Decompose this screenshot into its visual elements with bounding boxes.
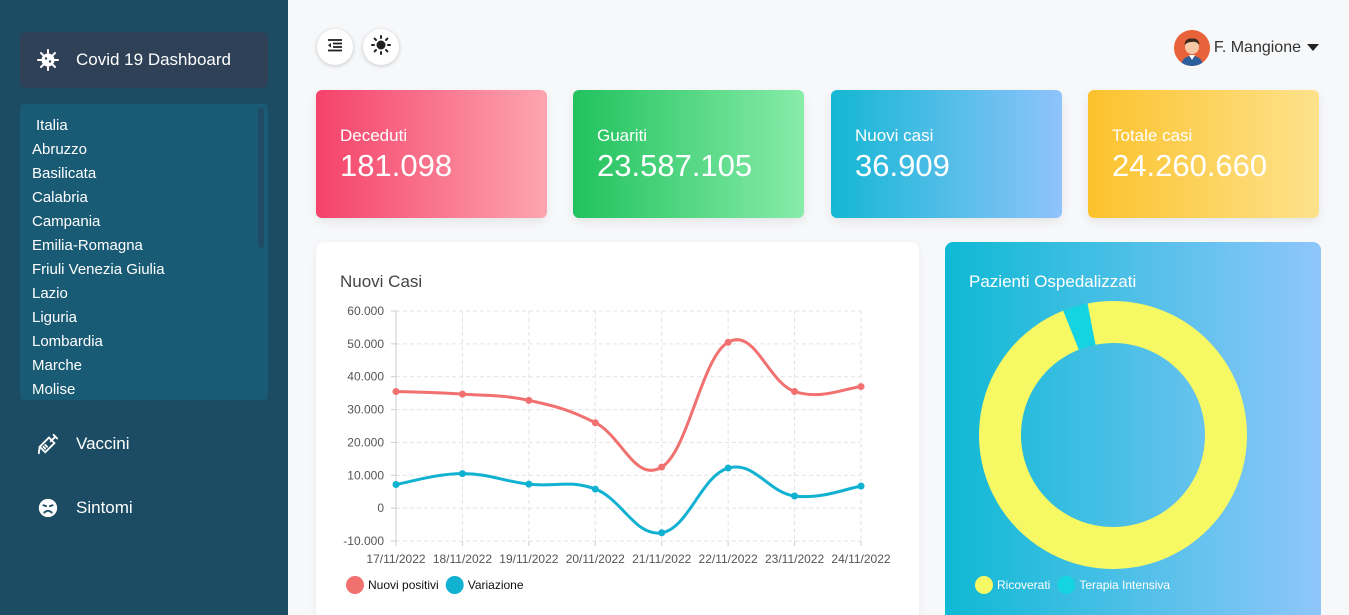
sun-icon [371, 34, 391, 60]
y-tick-label: 20.000 [347, 435, 384, 449]
data-point[interactable] [658, 463, 666, 471]
legend-label[interactable]: Nuovi positivi [368, 578, 439, 592]
line-chart: 60.000 50.000 40.000 30.000 20.000 10.000 0 -10… [343, 304, 891, 594]
legend-swatch [1057, 576, 1076, 594]
data-point[interactable] [458, 470, 466, 478]
region-item[interactable]: Friuli Venezia Giulia [20, 258, 268, 282]
stat-value: 23.587.105 [597, 148, 753, 183]
series-line [395, 338, 862, 472]
data-point[interactable] [857, 383, 865, 391]
toggle-sidebar-button[interactable] [317, 29, 353, 65]
data-point[interactable] [658, 529, 666, 537]
region-item[interactable]: Italia [20, 114, 268, 138]
x-tick-label: 18/11/2022 [433, 552, 492, 566]
sidebar: Covid 19 Dashboard Italia Abruzzo Basilica… [0, 0, 288, 615]
region-item[interactable]: Lombardia [20, 330, 268, 354]
region-item[interactable]: Basilicata [20, 162, 268, 186]
pazienti-ospedalizzati-panel: Pazienti Ospedalizzati Ricoverati Terapia… [945, 242, 1321, 615]
y-tick-label: 30.000 [347, 403, 384, 417]
user-menu[interactable]: F. Mangione [1173, 30, 1319, 66]
legend-label[interactable]: Terapia Intensiva [1079, 578, 1170, 592]
nav-vaccini-label: Vaccini [76, 434, 130, 453]
region-item[interactable]: Emilia-Romagna [20, 234, 268, 258]
data-point[interactable] [392, 480, 400, 488]
legend-swatch [975, 576, 993, 594]
data-point[interactable] [591, 485, 599, 493]
brand-button[interactable]: Covid 19 Dashboard [20, 32, 268, 88]
data-point[interactable] [392, 388, 400, 395]
legend-swatch [346, 576, 364, 594]
stat-card-nuovi-casi: Nuovi casi 36.909 [831, 90, 1062, 218]
x-tick-label: 17/11/2022 [366, 552, 425, 566]
nuovi-casi-panel: Nuovi Casi 60.000 50.000 40.000 30.000 20.00… [316, 242, 919, 615]
stat-card-deceduti: Deceduti 181.098 [316, 90, 547, 218]
theme-toggle-button[interactable] [363, 29, 399, 65]
data-point[interactable] [857, 482, 865, 490]
region-item[interactable]: Abruzzo [20, 138, 268, 162]
stat-label: Nuovi casi [855, 126, 934, 145]
caret-down-icon [1307, 39, 1319, 57]
stat-value: 36.909 [855, 148, 950, 183]
legend-label[interactable]: Ricoverati [997, 578, 1050, 592]
data-point[interactable] [791, 388, 799, 395]
avatar [1173, 30, 1210, 66]
x-tick-label: 20/11/2022 [566, 552, 625, 566]
data-point[interactable] [791, 492, 799, 500]
syringe-icon [36, 432, 60, 456]
region-scrollbar[interactable] [258, 108, 264, 248]
stat-value: 181.098 [340, 148, 453, 183]
stat-label: Deceduti [340, 126, 408, 145]
region-item[interactable]: Lazio [20, 282, 268, 306]
x-tick-label: 22/11/2022 [699, 552, 758, 566]
data-point[interactable] [591, 419, 599, 427]
region-item[interactable]: Campania [20, 210, 268, 234]
x-tick-label: 23/11/2022 [765, 552, 824, 566]
donut-chart: Ricoverati Terapia Intensiva [956, 278, 1270, 594]
y-tick-label: -10.000 [343, 534, 384, 548]
data-point[interactable] [724, 464, 732, 472]
sick-face-icon [36, 496, 60, 520]
user-name: F. Mangione [1213, 39, 1301, 56]
legend-label[interactable]: Variazione [468, 578, 524, 592]
x-tick-label: 24/11/2022 [831, 552, 890, 566]
virus-icon [36, 48, 60, 72]
brand-label: Covid 19 Dashboard [76, 50, 231, 69]
stat-card-totale-casi: Totale casi 24.260.660 [1088, 90, 1319, 218]
region-list: Italia Abruzzo Basilicata Calabria Campania E… [20, 104, 268, 400]
nav-sintomi[interactable]: Sintomi [36, 496, 133, 520]
donut-slice[interactable] [956, 278, 1270, 592]
legend-swatch [445, 576, 464, 594]
y-tick-label: 0 [377, 501, 384, 515]
nav-sintomi-label: Sintomi [76, 498, 133, 517]
x-tick-label: 19/11/2022 [499, 552, 558, 566]
y-tick-label: 40.000 [347, 370, 384, 384]
stat-card-guariti: Guariti 23.587.105 [573, 90, 804, 218]
stat-value: 24.260.660 [1112, 148, 1268, 183]
data-point[interactable] [525, 396, 533, 404]
region-item[interactable]: Liguria [20, 306, 268, 330]
data-point[interactable] [724, 338, 732, 346]
stat-label: Guariti [597, 126, 648, 145]
stat-label: Totale casi [1112, 126, 1193, 145]
y-tick-label: 60.000 [347, 304, 384, 318]
data-point[interactable] [525, 480, 533, 488]
y-tick-label: 10.000 [347, 468, 384, 482]
region-item[interactable]: Calabria [20, 186, 268, 210]
x-tick-label: 21/11/2022 [632, 552, 691, 566]
y-tick-label: 50.000 [347, 337, 384, 351]
nav-vaccini[interactable]: Vaccini [36, 432, 130, 456]
region-item[interactable]: Marche [20, 354, 268, 378]
series-line [395, 465, 862, 535]
region-list-box[interactable]: Italia Abruzzo Basilicata Calabria Campania E… [20, 104, 268, 400]
indent-icon [327, 37, 343, 58]
data-point[interactable] [458, 390, 466, 398]
region-item[interactable]: Molise [20, 378, 268, 400]
